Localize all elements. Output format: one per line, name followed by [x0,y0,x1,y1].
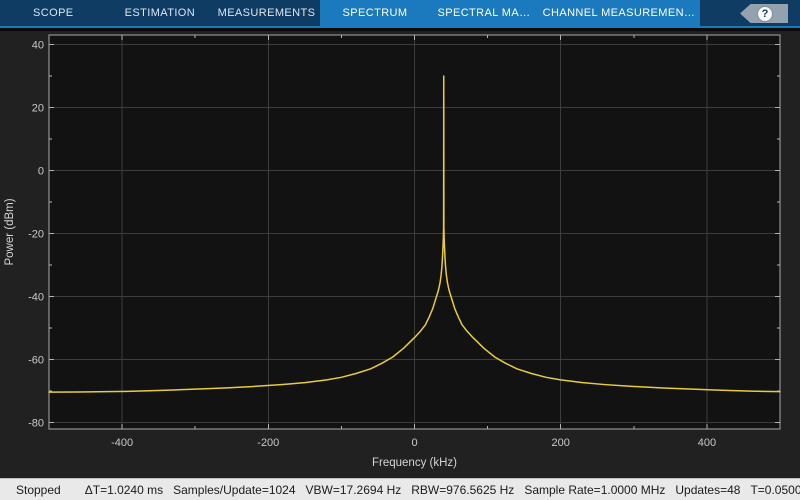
status-vbw: VBW=17.2694 Hz [306,483,402,497]
status-rbw: RBW=976.5625 Hz [411,483,514,497]
x-tick-label: -200 [257,437,279,449]
y-tick-label: 20 [32,102,44,114]
y-tick-label: -80 [28,418,44,430]
x-tick-label: 400 [698,437,716,449]
tab-measurements[interactable]: MEASUREMENTS [213,0,320,26]
figure-top-strip [0,28,800,31]
x-tick-label: -400 [111,437,133,449]
y-tick-label: 40 [32,39,44,51]
y-axis-label: Power (dBm) [4,198,16,265]
status-samples-per-update: Samples/Update=1024 [173,483,295,497]
help-button[interactable]: ? [740,4,788,23]
status-delta-t: ΔT=1.0240 ms [85,483,163,497]
toolstrip-tab-bar: SCOPE ESTIMATION MEASUREMENTS SPECTRUM S… [0,0,800,28]
status-updates: Updates=48 [675,483,740,497]
status-state: Stopped [16,483,61,497]
tab-spectrum[interactable]: SPECTRUM [320,0,430,26]
status-time: T=0.0500 [750,483,800,497]
toolbar-spacer: ? [700,0,800,26]
tab-group-left: SCOPE ESTIMATION MEASUREMENTS [0,0,320,26]
spectrum-analyzer-window: SCOPE ESTIMATION MEASUREMENTS SPECTRUM S… [0,0,800,500]
y-tick-label: 0 [38,166,44,178]
y-tick-label: -20 [28,229,44,241]
y-tick-label: -40 [28,292,44,304]
tab-scope[interactable]: SCOPE [0,0,107,26]
x-tick-label: 200 [552,437,570,449]
chart-figure: 40200-20-40-60-80-400-2000200400Frequenc… [0,28,800,478]
y-tick-label: -60 [28,355,44,367]
tab-estimation[interactable]: ESTIMATION [107,0,214,26]
status-bar: Stopped ΔT=1.0240 ms Samples/Update=1024… [0,478,800,500]
tab-channel-measurements[interactable]: CHANNEL MEASUREMEN… [538,0,700,26]
x-axis-label: Frequency (kHz) [372,457,457,469]
tab-group-active: SPECTRUM SPECTRAL MA… CHANNEL MEASUREMEN… [320,0,700,26]
tab-spectral-mask[interactable]: SPECTRAL MA… [430,0,538,26]
status-sample-rate: Sample Rate=1.0000 MHz [524,483,665,497]
x-tick-label: 0 [411,437,417,449]
help-icon: ? [757,6,773,22]
spectrum-chart[interactable]: 40200-20-40-60-80-400-2000200400Frequenc… [0,28,800,478]
